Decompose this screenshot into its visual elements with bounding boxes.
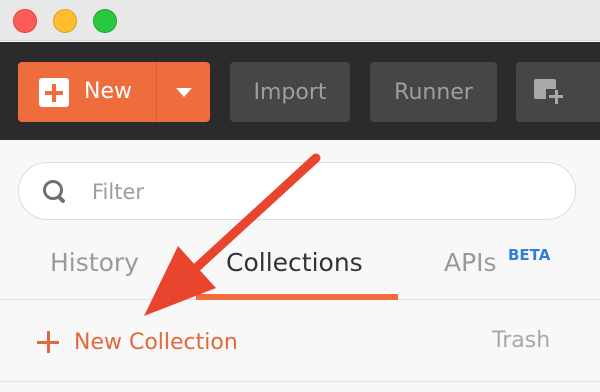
divider — [0, 381, 600, 382]
new-collection-button[interactable]: New Collection — [36, 324, 238, 360]
new-window-icon — [534, 77, 570, 107]
window-titlebar — [0, 0, 600, 41]
new-split-button: New — [18, 62, 210, 122]
plus-square-icon — [39, 78, 69, 107]
beta-badge: BETA — [508, 246, 551, 264]
new-button-label: New — [84, 79, 132, 104]
sidebar-tabs: History Collections APIs BETA — [0, 236, 600, 300]
close-window-button[interactable] — [13, 9, 37, 33]
new-collection-label: New Collection — [74, 329, 238, 355]
new-button[interactable]: New — [18, 62, 156, 122]
new-dropdown-button[interactable] — [157, 62, 210, 122]
minimize-window-button[interactable] — [53, 9, 77, 33]
filter-input[interactable] — [92, 173, 552, 211]
filter-search-box — [18, 162, 576, 220]
active-tab-indicator — [196, 294, 398, 300]
header-toolbar: New Import Runner — [0, 42, 600, 140]
collections-actions: New Collection Trash — [0, 318, 600, 366]
new-window-button[interactable] — [516, 62, 600, 122]
maximize-window-button[interactable] — [93, 9, 117, 33]
tab-collections[interactable]: Collections — [226, 248, 363, 277]
trash-link[interactable]: Trash — [492, 328, 550, 353]
import-button[interactable]: Import — [230, 62, 350, 122]
runner-button[interactable]: Runner — [370, 62, 497, 122]
plus-icon — [36, 330, 60, 354]
tab-apis[interactable]: APIs — [444, 248, 497, 277]
tab-history[interactable]: History — [50, 248, 139, 277]
search-icon — [43, 180, 67, 204]
